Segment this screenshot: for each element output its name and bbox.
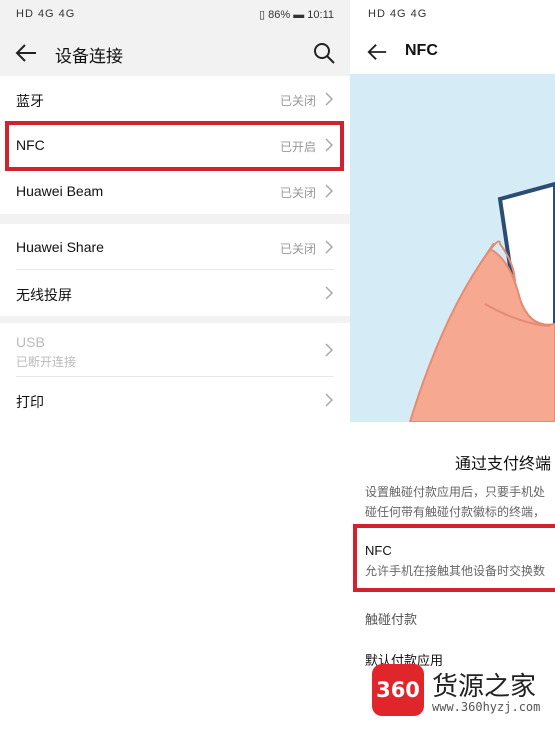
chevron-right-icon [325, 240, 334, 254]
watermark-name: 货源之家 [432, 672, 537, 702]
settings-group-3: USB 已断开连接 打印 [0, 323, 350, 740]
back-arrow-icon[interactable] [14, 42, 38, 64]
search-icon[interactable] [312, 41, 336, 65]
clock: 10:11 [307, 9, 334, 21]
device-connection-screen: HD 4G 4G ▯ 86% ▬ 10:11 设备连接 蓝牙 已关闭 NFC 已… [0, 0, 350, 740]
item-subtitle: 已断开连接 [16, 355, 77, 369]
item-value: 已关闭 [279, 94, 316, 108]
watermark-url: www.360hyzj.com [432, 700, 541, 714]
item-label: 打印 [16, 394, 44, 410]
description: 设置触碰付款应用后，只要手机处 碰任何带有触碰付款徽标的终端， [365, 482, 555, 522]
list-item-wireless-projection[interactable]: 无线投屏 [16, 270, 334, 316]
list-item-huawei-beam[interactable]: Huawei Beam 已关闭 [16, 168, 334, 214]
chevron-right-icon [325, 343, 334, 357]
list-item-print[interactable]: 打印 [16, 377, 334, 423]
list-item-bluetooth[interactable]: 蓝牙 已关闭 [16, 76, 334, 122]
item-label: 蓝牙 [16, 93, 44, 109]
description-line: 碰任何带有触碰付款徽标的终端， [365, 505, 546, 519]
status-signal-text: HD 4G 4G [16, 8, 76, 20]
top-bar: 设备连接 [0, 30, 350, 76]
screen-root: HD 4G 4G ▯ 86% ▬ 10:11 设备连接 蓝牙 已关闭 NFC 已… [0, 0, 555, 740]
chevron-right-icon [325, 184, 334, 198]
watermark-logo: 360 [372, 664, 424, 716]
top-bar: NFC [350, 30, 555, 74]
status-signal-text: HD 4G 4G [368, 8, 428, 20]
nfc-screen: HD 4G 4G NFC 通过支付终端 设置触碰付款应用后，只要手机处 碰任何带… [350, 0, 555, 740]
battery-percent: 86% [268, 9, 291, 21]
item-value: 已关闭 [279, 186, 316, 200]
hand-phone-illustration [408, 181, 555, 423]
nfc-illustration [350, 74, 555, 423]
nfc-highlight-box [353, 524, 555, 592]
chevron-right-icon [325, 286, 334, 300]
item-value: 已关闭 [279, 242, 316, 256]
watermark: 360 货源之家 www.360hyzj.com [372, 664, 555, 720]
chevron-right-icon [325, 393, 334, 407]
status-bar: HD 4G 4G [350, 0, 555, 30]
item-label: Huawei Beam [16, 183, 104, 199]
battery-icon: ▬ [293, 9, 305, 21]
page-title: NFC [405, 42, 438, 59]
status-bar: HD 4G 4G ▯ 86% ▬ 10:11 [0, 0, 350, 30]
tap-to-pay-label: 触碰付款 [365, 612, 418, 627]
vibrate-icon: ▯ [259, 9, 266, 21]
section-heading: 通过支付终端 [455, 456, 552, 473]
item-label: USB [16, 334, 45, 350]
chevron-right-icon [325, 92, 334, 106]
list-item-huawei-share[interactable]: Huawei Share 已关闭 [16, 224, 334, 270]
item-label: 无线投屏 [16, 287, 72, 303]
settings-group-2: Huawei Share 已关闭 无线投屏 [0, 224, 350, 316]
item-label: Huawei Share [16, 239, 104, 255]
list-item-usb[interactable]: USB 已断开连接 [16, 323, 334, 377]
nfc-highlight-box [5, 121, 344, 171]
status-right: ▯ 86% ▬ 10:11 [259, 8, 334, 21]
description-line: 设置触碰付款应用后，只要手机处 [365, 485, 546, 499]
page-title: 设备连接 [55, 47, 123, 66]
back-arrow-icon[interactable] [366, 41, 388, 63]
